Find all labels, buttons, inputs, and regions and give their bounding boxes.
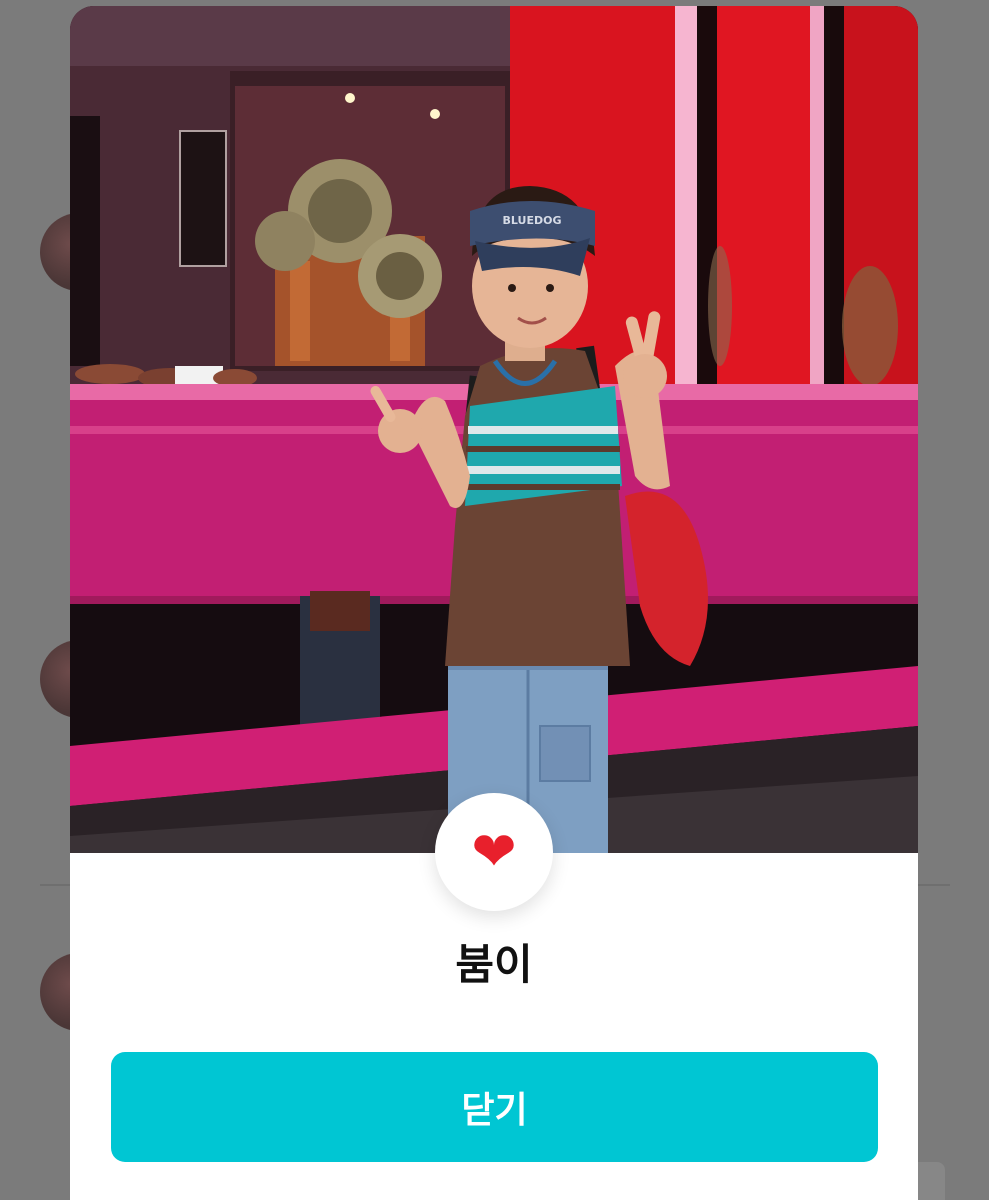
photo-reaction-dialog: BLUEDOG ❤ 붐이 닫기	[70, 6, 918, 1200]
reaction-badge: ❤	[435, 793, 553, 911]
red-heart-icon: ❤	[471, 820, 517, 883]
shared-photo: BLUEDOG	[70, 6, 918, 853]
svg-text:BLUEDOG: BLUEDOG	[503, 214, 562, 227]
reactor-name: 붐이	[455, 940, 533, 989]
close-button[interactable]: 닫기	[111, 1052, 878, 1162]
